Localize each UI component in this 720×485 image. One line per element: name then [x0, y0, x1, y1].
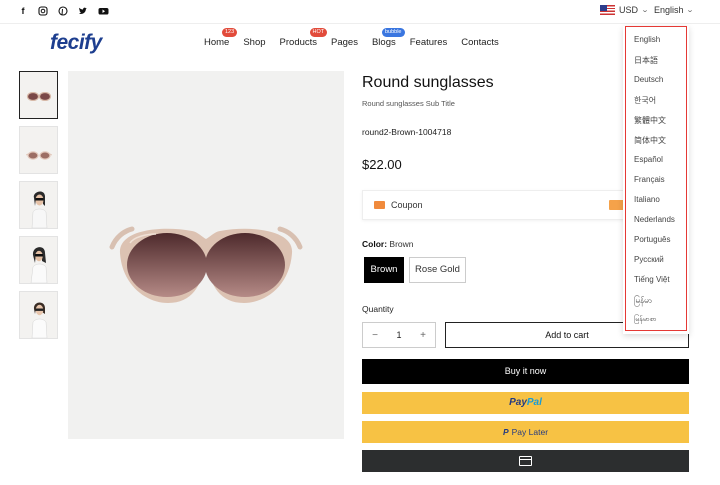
nav-item-products[interactable]: Products HOT [280, 28, 328, 48]
language-option[interactable]: Deutsch [634, 75, 663, 84]
coupon-icon [374, 201, 385, 209]
nav-badge: bubble [381, 28, 405, 37]
language-label: English [654, 5, 684, 15]
instagram-icon[interactable] [38, 6, 48, 16]
currency-selector[interactable]: USD ⌄ [600, 5, 650, 15]
model-thumbnail [31, 191, 48, 228]
coupon-box[interactable]: Coupon [362, 190, 627, 220]
pay-later-button[interactable]: P Pay Later [362, 421, 689, 443]
credit-card-icon [519, 456, 532, 466]
thumbnail-gallery [19, 71, 58, 346]
youtube-icon[interactable] [98, 6, 109, 16]
language-option[interactable]: မြန်မာ [634, 295, 652, 307]
us-flag-icon [600, 5, 615, 15]
model-thumbnail [30, 247, 48, 283]
card-payment-button[interactable] [362, 450, 689, 472]
nav-badge: HOT [309, 28, 328, 37]
main-nav: Home 123 Shop Products HOT Pages Blogs bubb… [204, 28, 513, 48]
language-option[interactable]: Nederlands [634, 215, 675, 224]
quantity-input[interactable]: 1 [387, 330, 411, 340]
color-option-brown[interactable]: Brown [364, 257, 404, 283]
buy-now-button[interactable]: Buy it now [362, 359, 689, 384]
product-sku: round2-Brown-1004718 [362, 127, 452, 137]
coupon-label: Coupon [391, 200, 423, 210]
thumbnail-image[interactable] [19, 236, 58, 284]
selected-color: Brown [389, 239, 414, 249]
language-option[interactable]: မြန်မာစာ [634, 315, 657, 325]
thumbnail-image[interactable] [19, 126, 58, 174]
language-selector[interactable]: English ⌄ [654, 5, 694, 15]
decrement-button[interactable]: − [363, 330, 387, 341]
product-subtitle: Round sunglasses Sub Title [362, 99, 455, 108]
social-links: f [18, 6, 109, 16]
quantity-label: Quantity [362, 304, 394, 314]
language-option[interactable]: 简体中文 [634, 135, 666, 146]
language-option[interactable]: Português [634, 235, 670, 244]
nav-item-shop[interactable]: Shop [243, 37, 265, 48]
quantity-stepper: − 1 + [362, 322, 436, 348]
thumbnail-image[interactable] [19, 181, 58, 229]
twitter-icon[interactable] [78, 6, 88, 16]
nav-item-contacts[interactable]: Contacts [461, 37, 499, 48]
color-label: Color: Brown [362, 239, 414, 249]
logo[interactable]: fecify [50, 31, 102, 55]
product-price: $22.00 [362, 157, 402, 172]
language-option[interactable]: Italiano [634, 195, 660, 204]
sunglasses-thumbnail [26, 151, 52, 160]
thumbnail-image[interactable] [19, 71, 58, 119]
chevron-down-icon: ⌄ [685, 7, 694, 14]
language-option[interactable]: 한국어 [634, 95, 656, 106]
nav-item-blogs[interactable]: Blogs bubble [372, 28, 405, 48]
nav-item-features[interactable]: Features [410, 37, 448, 48]
facebook-icon[interactable]: f [18, 6, 28, 16]
pinterest-icon[interactable] [58, 6, 68, 16]
paypal-icon: P [502, 427, 509, 437]
sunglasses-image [109, 226, 303, 303]
language-option[interactable]: 繁體中文 [634, 115, 666, 126]
model-thumbnail [31, 302, 48, 338]
paypal-button[interactable]: PayPal [362, 392, 689, 414]
language-option[interactable]: Tiếng Việt [634, 275, 670, 284]
language-option[interactable]: English [634, 35, 660, 44]
language-option[interactable]: Русский [634, 255, 664, 264]
language-option[interactable]: Español [634, 155, 663, 164]
color-option-rose-gold[interactable]: Rose Gold [409, 257, 466, 283]
top-bar: f USD ⌄ English ⌄ [0, 0, 720, 24]
nav-badge: 123 [222, 28, 238, 37]
sunglasses-thumbnail [26, 92, 52, 101]
chevron-down-icon: ⌄ [640, 7, 650, 14]
language-option[interactable]: 日本語 [634, 55, 658, 66]
currency-label: USD [619, 5, 639, 15]
increment-button[interactable]: + [411, 330, 435, 341]
language-option[interactable]: Français [634, 175, 665, 184]
thumbnail-image[interactable] [19, 291, 58, 339]
nav-item-pages[interactable]: Pages [331, 37, 358, 48]
product-title: Round sunglasses [362, 74, 494, 91]
nav-item-home[interactable]: Home 123 [204, 28, 238, 48]
main-product-image[interactable] [68, 71, 344, 439]
